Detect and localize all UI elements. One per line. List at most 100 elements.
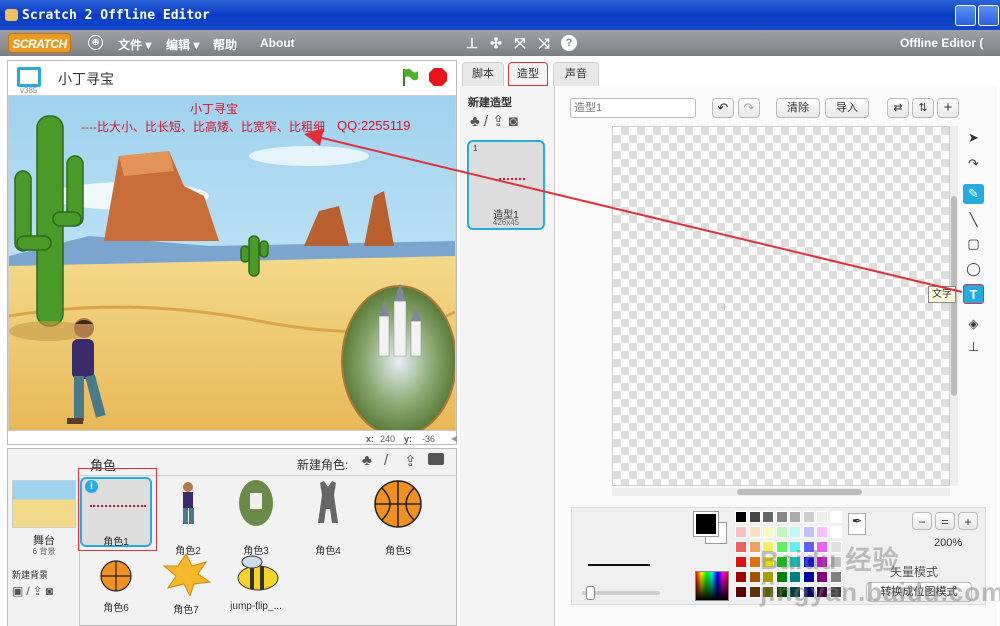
maximize-button[interactable] [978, 5, 999, 26]
help-icon[interactable]: ? [561, 35, 577, 51]
horizontal-scrollbar[interactable] [612, 488, 950, 496]
line-width-slider[interactable] [582, 586, 660, 600]
sprite-tile-2[interactable]: 角色2 [152, 479, 224, 557]
palette-swatch[interactable] [735, 541, 747, 553]
eyedropper-icon[interactable]: ✒ [848, 513, 866, 535]
zoom-reset-icon[interactable]: = [935, 512, 955, 530]
menu-help[interactable]: 帮助 [213, 36, 237, 53]
collapse-arrow-icon[interactable]: ◀ [451, 434, 459, 446]
line-tool-icon[interactable]: ╲ [963, 210, 984, 230]
stop-icon[interactable] [428, 67, 448, 87]
palette-swatch[interactable] [748, 556, 761, 568]
mouse-x-label: x: [366, 434, 375, 444]
redo-icon[interactable]: ↷ [738, 98, 760, 118]
duplicate-stamp-icon[interactable]: ⊥ [464, 35, 480, 51]
fill-tool-icon[interactable]: ◈ [963, 314, 984, 334]
palette-swatch[interactable] [735, 571, 747, 583]
minimize-button[interactable] [955, 5, 976, 26]
palette-swatch[interactable] [775, 511, 788, 523]
sprite-tile-6[interactable]: 角色6 [80, 558, 152, 614]
select-tool-icon[interactable]: ➤ [963, 128, 984, 148]
tab-sounds[interactable]: 声音 [553, 62, 599, 86]
paint-canvas[interactable]: + [612, 126, 950, 486]
palette-swatch[interactable] [762, 526, 774, 538]
rectangle-tool-icon[interactable]: ▢ [963, 234, 984, 254]
sprite-tile-5[interactable]: 角色5 [362, 479, 434, 557]
green-flag-icon[interactable] [400, 67, 420, 87]
sprite-7-name: 角色7 [173, 605, 199, 616]
ellipse-tool-icon[interactable]: ◯ [963, 259, 984, 279]
new-backdrop-label: 新建背景 [12, 570, 49, 580]
costume-name-input[interactable] [570, 98, 696, 118]
palette-swatch[interactable] [762, 511, 774, 523]
tab-costumes[interactable]: 造型 [508, 62, 548, 86]
menu-about[interactable]: About [260, 36, 295, 50]
reshape-tool-icon[interactable]: ↷ [963, 154, 984, 174]
palette-swatch[interactable] [748, 511, 761, 523]
delete-scissors-icon[interactable]: ✣ [488, 35, 504, 51]
palette-swatch[interactable] [816, 526, 828, 538]
palette-swatch[interactable] [735, 511, 747, 523]
undo-icon[interactable]: ↶ [712, 98, 734, 118]
new-costume-tools[interactable]: ♣/⇪◙ [470, 112, 522, 130]
palette-swatch[interactable] [735, 556, 747, 568]
stage-thumbnail[interactable] [12, 480, 76, 528]
sprite-tile-4[interactable]: 角色4 [292, 479, 364, 557]
menu-file[interactable]: 文件 ▾ [118, 36, 151, 53]
upload-icon[interactable]: ⇪ [404, 452, 417, 470]
color-picker-spectrum[interactable] [695, 571, 729, 601]
scratch-logo[interactable]: SCRATCH [8, 33, 71, 53]
vertical-scrollbar[interactable] [950, 126, 958, 486]
pencil-tool-icon[interactable]: ✎ [963, 184, 984, 204]
sprite-library-icon[interactable]: ♣ [362, 452, 372, 469]
sprite-4-name: 角色4 [315, 546, 341, 557]
palette-swatch[interactable] [748, 526, 761, 538]
costume-index: 1 [473, 144, 478, 153]
primary-color-swatch[interactable] [693, 511, 719, 537]
camera-icon[interactable] [428, 453, 444, 465]
text-tool-icon[interactable]: T [963, 284, 984, 304]
palette-swatch[interactable] [789, 511, 801, 523]
sprite-tile-selected[interactable]: i 角色1 [80, 477, 152, 548]
zoom-in-icon[interactable]: + [958, 512, 978, 530]
stamp-tool-icon[interactable]: ⊥ [963, 337, 984, 357]
project-name[interactable]: 小丁寻宝 [58, 69, 114, 89]
palette-swatch[interactable] [735, 586, 747, 598]
shrink-icon[interactable]: ⤨ [536, 35, 552, 51]
line-width-slider-thumb[interactable] [586, 586, 595, 600]
sprite-8-name: jump-flip_... [230, 601, 282, 612]
costume-tile-selected[interactable]: 1 造型1 426x45 [467, 140, 545, 230]
sprite-tile-8[interactable]: jump-flip_... [220, 552, 292, 612]
horizontal-scroll-thumb[interactable] [737, 489, 862, 495]
set-center-icon[interactable]: + [937, 98, 959, 118]
backdrop-tools-icons[interactable]: ▣/⇪◙ [12, 584, 56, 598]
palette-swatch[interactable] [829, 511, 842, 523]
globe-icon[interactable]: ⊕ [88, 35, 103, 50]
info-icon[interactable]: i [85, 480, 98, 493]
palette-swatch[interactable] [775, 526, 788, 538]
flip-vertical-icon[interactable]: ⇅ [912, 98, 934, 118]
palette-swatch[interactable] [735, 526, 747, 538]
palette-swatch[interactable] [802, 526, 815, 538]
presentation-mode-icon[interactable] [17, 67, 41, 87]
sprite-tile-3[interactable]: 角色3 [220, 479, 292, 557]
paint-brush-icon[interactable]: / [384, 452, 388, 469]
tab-scripts[interactable]: 脚本 [462, 62, 504, 86]
palette-swatch[interactable] [816, 511, 828, 523]
mouse-y-label: y: [404, 434, 413, 444]
palette-swatch[interactable] [748, 541, 761, 553]
stage-canvas[interactable]: 小丁寻宝 ----比大小、比长短、比高矮、比宽窄、比粗细 QQ:2255119 [8, 95, 456, 431]
flip-horizontal-icon[interactable]: ⇄ [887, 98, 909, 118]
menu-edit[interactable]: 编辑 ▾ [166, 36, 199, 53]
sprite-tile-7[interactable]: 角色7 [150, 552, 222, 616]
palette-swatch[interactable] [748, 586, 761, 598]
sprite-6-name: 角色6 [103, 603, 129, 614]
palette-swatch[interactable] [748, 571, 761, 583]
palette-swatch[interactable] [829, 526, 842, 538]
palette-swatch[interactable] [802, 511, 815, 523]
palette-swatch[interactable] [789, 526, 801, 538]
import-button[interactable]: 导入 [825, 98, 869, 118]
clear-button[interactable]: 清除 [776, 98, 820, 118]
zoom-out-icon[interactable]: − [912, 512, 932, 530]
grow-icon[interactable]: ⤧ [512, 35, 528, 51]
